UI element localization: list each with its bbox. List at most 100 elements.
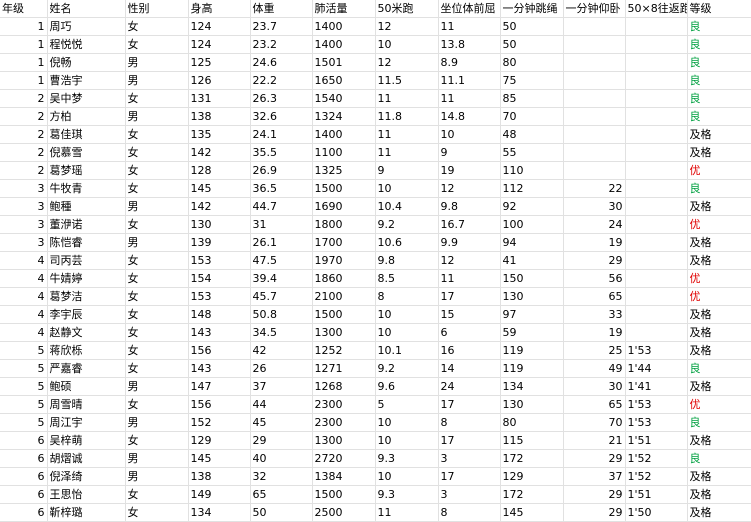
cell-name[interactable]: 司丙芸 xyxy=(47,251,126,270)
cell-sit-and-reach[interactable]: 24 xyxy=(438,377,501,396)
cell-gender[interactable]: 女 xyxy=(125,341,189,360)
cell-lung-capacity[interactable]: 1500 xyxy=(312,485,376,504)
cell-gender[interactable]: 女 xyxy=(125,179,189,198)
cell-weight[interactable]: 44 xyxy=(250,395,313,414)
cell-shuttle-run[interactable] xyxy=(625,71,688,90)
cell-height[interactable]: 139 xyxy=(188,233,251,252)
cell-rope-skipping[interactable]: 50 xyxy=(500,35,564,54)
cell-shuttle-run[interactable] xyxy=(625,161,688,180)
cell-50m-run[interactable]: 10 xyxy=(375,413,439,432)
cell-lung-capacity[interactable]: 1970 xyxy=(312,251,376,270)
cell-gender[interactable]: 女 xyxy=(125,431,189,450)
cell-grade-year[interactable]: 1 xyxy=(0,53,48,72)
cell-gender[interactable]: 男 xyxy=(125,233,189,252)
cell-50m-run[interactable]: 9.2 xyxy=(375,359,439,378)
cell-rope-skipping[interactable]: 97 xyxy=(500,305,564,324)
cell-height[interactable]: 142 xyxy=(188,197,251,216)
cell-grade-year[interactable]: 4 xyxy=(0,287,48,306)
cell-height[interactable]: 153 xyxy=(188,287,251,306)
cell-50m-run[interactable]: 9.2 xyxy=(375,215,439,234)
cell-weight[interactable]: 50 xyxy=(250,503,313,522)
cell-shuttle-run[interactable] xyxy=(625,323,688,342)
cell-weight[interactable]: 26.9 xyxy=(250,161,313,180)
cell-sit-ups[interactable] xyxy=(563,71,626,90)
cell-sit-and-reach[interactable]: 9 xyxy=(438,143,501,162)
cell-lung-capacity[interactable]: 1384 xyxy=(312,467,376,486)
cell-level[interactable]: 优 xyxy=(687,161,751,180)
cell-lung-capacity[interactable]: 1400 xyxy=(312,35,376,54)
cell-lung-capacity[interactable]: 1500 xyxy=(312,179,376,198)
cell-rope-skipping[interactable]: 55 xyxy=(500,143,564,162)
cell-sit-and-reach[interactable]: 11 xyxy=(438,89,501,108)
cell-rope-skipping[interactable]: 92 xyxy=(500,197,564,216)
cell-sit-and-reach[interactable]: 8 xyxy=(438,503,501,522)
cell-name[interactable]: 葛梦洁 xyxy=(47,287,126,306)
cell-sit-and-reach[interactable]: 6 xyxy=(438,323,501,342)
cell-rope-skipping[interactable]: 129 xyxy=(500,467,564,486)
cell-height[interactable]: 131 xyxy=(188,89,251,108)
header-cell-height[interactable]: 身高 xyxy=(188,0,251,18)
cell-lung-capacity[interactable]: 1800 xyxy=(312,215,376,234)
cell-weight[interactable]: 39.4 xyxy=(250,269,313,288)
cell-shuttle-run[interactable] xyxy=(625,17,688,36)
cell-gender[interactable]: 女 xyxy=(125,125,189,144)
cell-name[interactable]: 吴中梦 xyxy=(47,89,126,108)
cell-sit-ups[interactable] xyxy=(563,107,626,126)
cell-gender[interactable]: 男 xyxy=(125,53,189,72)
cell-height[interactable]: 148 xyxy=(188,305,251,324)
cell-height[interactable]: 138 xyxy=(188,467,251,486)
cell-height[interactable]: 128 xyxy=(188,161,251,180)
cell-grade-year[interactable]: 6 xyxy=(0,485,48,504)
cell-sit-ups[interactable]: 29 xyxy=(563,485,626,504)
cell-lung-capacity[interactable]: 1650 xyxy=(312,71,376,90)
cell-weight[interactable]: 23.2 xyxy=(250,35,313,54)
cell-level[interactable]: 优 xyxy=(687,395,751,414)
cell-grade-year[interactable]: 4 xyxy=(0,269,48,288)
cell-name[interactable]: 靳梓璐 xyxy=(47,503,126,522)
cell-lung-capacity[interactable]: 1325 xyxy=(312,161,376,180)
cell-name[interactable]: 胡熠诚 xyxy=(47,449,126,468)
cell-rope-skipping[interactable]: 130 xyxy=(500,395,564,414)
cell-shuttle-run[interactable] xyxy=(625,53,688,72)
cell-lung-capacity[interactable]: 2300 xyxy=(312,413,376,432)
cell-shuttle-run[interactable]: 1'53 xyxy=(625,395,688,414)
header-cell-gender[interactable]: 性别 xyxy=(125,0,189,18)
cell-name[interactable]: 牛牧青 xyxy=(47,179,126,198)
cell-sit-ups[interactable]: 56 xyxy=(563,269,626,288)
cell-lung-capacity[interactable]: 2100 xyxy=(312,287,376,306)
cell-lung-capacity[interactable]: 1540 xyxy=(312,89,376,108)
cell-rope-skipping[interactable]: 110 xyxy=(500,161,564,180)
cell-name[interactable]: 王思怡 xyxy=(47,485,126,504)
cell-weight[interactable]: 50.8 xyxy=(250,305,313,324)
cell-shuttle-run[interactable] xyxy=(625,215,688,234)
header-cell-rope-skipping[interactable]: 一分钟跳绳 xyxy=(500,0,564,18)
cell-weight[interactable]: 29 xyxy=(250,431,313,450)
cell-height[interactable]: 135 xyxy=(188,125,251,144)
cell-sit-and-reach[interactable]: 16.7 xyxy=(438,215,501,234)
cell-gender[interactable]: 女 xyxy=(125,323,189,342)
cell-lung-capacity[interactable]: 1268 xyxy=(312,377,376,396)
cell-height[interactable]: 134 xyxy=(188,503,251,522)
cell-level[interactable]: 及格 xyxy=(687,485,751,504)
cell-shuttle-run[interactable] xyxy=(625,179,688,198)
cell-sit-and-reach[interactable]: 14 xyxy=(438,359,501,378)
cell-weight[interactable]: 45 xyxy=(250,413,313,432)
cell-grade-year[interactable]: 6 xyxy=(0,431,48,450)
cell-grade-year[interactable]: 4 xyxy=(0,305,48,324)
cell-weight[interactable]: 22.2 xyxy=(250,71,313,90)
cell-height[interactable]: 145 xyxy=(188,449,251,468)
cell-level[interactable]: 良 xyxy=(687,107,751,126)
cell-level[interactable]: 及格 xyxy=(687,431,751,450)
cell-level[interactable]: 优 xyxy=(687,287,751,306)
cell-shuttle-run[interactable]: 1'53 xyxy=(625,341,688,360)
cell-sit-ups[interactable]: 70 xyxy=(563,413,626,432)
cell-lung-capacity[interactable]: 1860 xyxy=(312,269,376,288)
cell-50m-run[interactable]: 9.6 xyxy=(375,377,439,396)
cell-lung-capacity[interactable]: 1400 xyxy=(312,17,376,36)
cell-shuttle-run[interactable]: 1'51 xyxy=(625,485,688,504)
cell-sit-and-reach[interactable]: 17 xyxy=(438,287,501,306)
cell-50m-run[interactable]: 10.4 xyxy=(375,197,439,216)
cell-name[interactable]: 程悦悦 xyxy=(47,35,126,54)
cell-50m-run[interactable]: 10 xyxy=(375,179,439,198)
cell-weight[interactable]: 32 xyxy=(250,467,313,486)
